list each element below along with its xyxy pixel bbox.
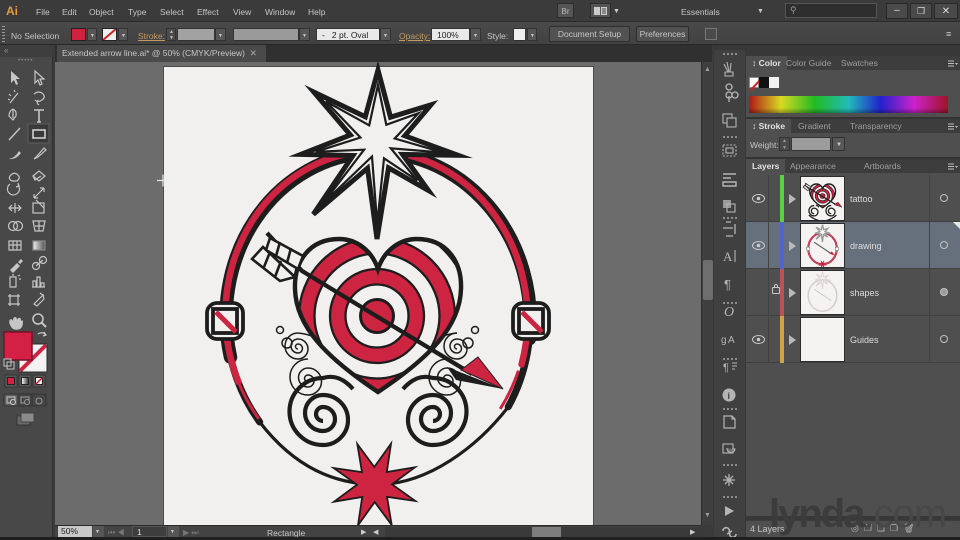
svg-text:g: g [721,335,727,346]
svg-text:A: A [723,249,733,264]
svg-text:¶: ¶ [724,277,731,292]
svg-text:A: A [728,335,735,346]
svg-text:¶: ¶ [723,362,729,374]
svg-text:i: i [728,391,731,401]
svg-text:O: O [724,305,734,320]
